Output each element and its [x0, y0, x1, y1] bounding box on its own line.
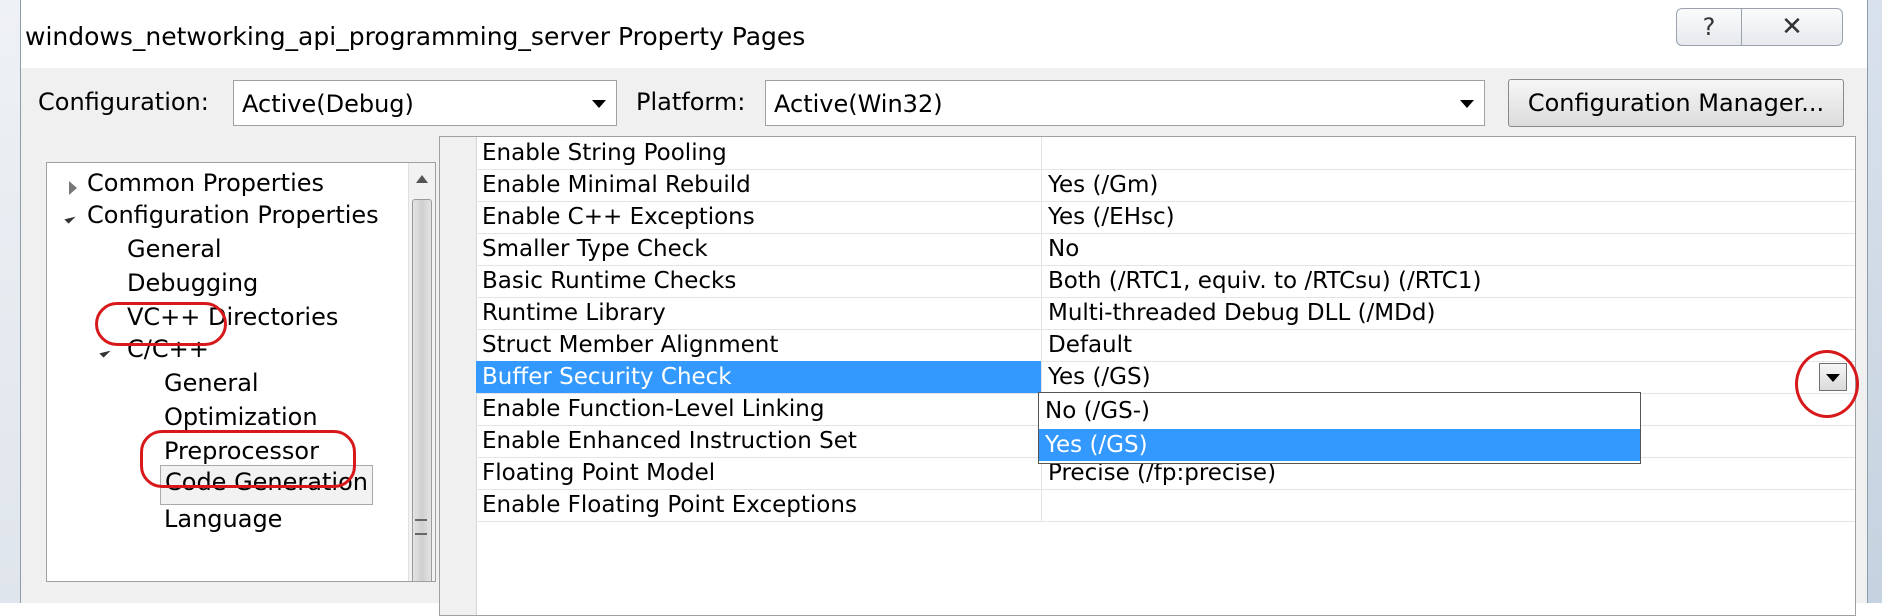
- property-value: Default: [1048, 332, 1133, 358]
- property-value: No: [1048, 236, 1080, 262]
- column-divider: [1041, 329, 1042, 361]
- property-grid[interactable]: Enable String Pooling Enable Minimal Reb…: [439, 136, 1856, 616]
- close-button[interactable]: ✕: [1742, 8, 1843, 46]
- triangle-down-icon[interactable]: [99, 346, 111, 358]
- annotation-outline-c-cpp: [95, 302, 227, 346]
- value-dropdown-list[interactable]: No (/GS-) Yes (/GS): [1038, 392, 1641, 464]
- tree-item-configuration-properties[interactable]: Configuration Properties: [87, 201, 379, 229]
- annotation-outline-dropdown-button: [1795, 350, 1859, 418]
- tree-item-optimization[interactable]: Optimization: [164, 403, 318, 431]
- property-name: Enable Floating Point Exceptions: [482, 492, 857, 518]
- grid-row[interactable]: Struct Member Alignment Default: [476, 329, 1855, 362]
- help-button[interactable]: ?: [1676, 8, 1742, 46]
- column-divider: [1041, 169, 1042, 201]
- property-name: Basic Runtime Checks: [482, 268, 737, 294]
- configuration-manager-button[interactable]: Configuration Manager...: [1508, 79, 1844, 127]
- chevron-down-icon: [592, 100, 606, 108]
- property-name: Enable Function-Level Linking: [482, 396, 825, 422]
- tree-item-debugging[interactable]: Debugging: [127, 269, 258, 297]
- column-divider: [1041, 201, 1042, 233]
- tree-item-common-properties[interactable]: Common Properties: [87, 169, 324, 197]
- configuration-value: Active(Debug): [242, 90, 414, 118]
- dialog-client-area: Configuration: Active(Debug) Platform: A…: [21, 68, 1867, 616]
- window-title: windows_networking_api_programming_serve…: [25, 22, 806, 51]
- property-tree[interactable]: Common Properties Configuration Properti…: [46, 162, 436, 582]
- property-name: Enable Enhanced Instruction Set: [482, 428, 857, 454]
- title-buttons: ? ✕: [1676, 8, 1843, 46]
- tree-scrollbar[interactable]: [408, 163, 435, 581]
- grid-row[interactable]: Runtime Library Multi-threaded Debug DLL…: [476, 297, 1855, 330]
- annotation-outline-code-generation: [140, 430, 356, 488]
- grid-gutter: [440, 137, 477, 615]
- close-icon: ✕: [1781, 12, 1803, 42]
- option-label: Yes (/GS): [1045, 432, 1148, 458]
- platform-label: Platform:: [636, 88, 746, 116]
- platform-value: Active(Win32): [774, 90, 943, 118]
- help-icon: ?: [1702, 13, 1716, 41]
- tree-item-cpp-general[interactable]: General: [164, 369, 259, 397]
- property-name: Enable C++ Exceptions: [482, 204, 755, 230]
- property-value: Yes (/EHsc): [1048, 204, 1175, 230]
- column-divider: [1041, 489, 1042, 521]
- property-name: Runtime Library: [482, 300, 666, 326]
- property-value: Yes (/Gm): [1048, 172, 1159, 198]
- background-left-edge: [0, 0, 20, 603]
- background-right-edge: [1866, 0, 1882, 603]
- configuration-label: Configuration:: [38, 88, 209, 116]
- tree-item-general[interactable]: General: [127, 235, 222, 263]
- property-name: Enable String Pooling: [482, 140, 727, 166]
- platform-combo[interactable]: Active(Win32): [765, 80, 1485, 126]
- property-value: Multi-threaded Debug DLL (/MDd): [1048, 300, 1436, 326]
- configuration-combo[interactable]: Active(Debug): [233, 80, 617, 126]
- column-divider: [1041, 137, 1042, 169]
- grid-row-selected[interactable]: Buffer Security Check Yes (/GS): [476, 361, 1855, 394]
- dropdown-option-no-gs[interactable]: No (/GS-): [1039, 395, 1640, 427]
- grid-row[interactable]: Enable C++ Exceptions Yes (/EHsc): [476, 201, 1855, 234]
- grid-row[interactable]: Enable Floating Point Exceptions: [476, 489, 1855, 522]
- tree-item-language[interactable]: Language: [164, 505, 282, 533]
- triangle-right-icon[interactable]: [69, 181, 77, 195]
- property-name: Smaller Type Check: [482, 236, 708, 262]
- triangle-down-icon[interactable]: [64, 212, 76, 224]
- chevron-down-icon: [1460, 100, 1474, 108]
- grip-icon: [415, 519, 427, 535]
- property-value: Both (/RTC1, equiv. to /RTCsu) (/RTC1): [1048, 268, 1482, 294]
- grid-row[interactable]: Smaller Type Check No: [476, 233, 1855, 266]
- column-divider: [1041, 361, 1042, 393]
- grid-row[interactable]: Enable Minimal Rebuild Yes (/Gm): [476, 169, 1855, 202]
- property-name: Floating Point Model: [482, 460, 716, 486]
- property-value[interactable]: Yes (/GS): [1048, 364, 1151, 390]
- grid-row[interactable]: Basic Runtime Checks Both (/RTC1, equiv.…: [476, 265, 1855, 298]
- grid-row[interactable]: Enable String Pooling: [476, 137, 1855, 170]
- option-label: No (/GS-): [1045, 398, 1151, 424]
- property-pages-dialog: windows_networking_api_programming_serve…: [20, 0, 1868, 616]
- title-bar: windows_networking_api_programming_serve…: [21, 0, 1867, 68]
- property-name: Buffer Security Check: [482, 364, 732, 390]
- column-divider: [1041, 297, 1042, 329]
- column-divider: [1041, 233, 1042, 265]
- dropdown-option-yes-gs[interactable]: Yes (/GS): [1039, 429, 1640, 461]
- property-name: Enable Minimal Rebuild: [482, 172, 751, 198]
- column-divider: [1041, 265, 1042, 297]
- property-name: Struct Member Alignment: [482, 332, 779, 358]
- scroll-up-icon[interactable]: [416, 175, 428, 183]
